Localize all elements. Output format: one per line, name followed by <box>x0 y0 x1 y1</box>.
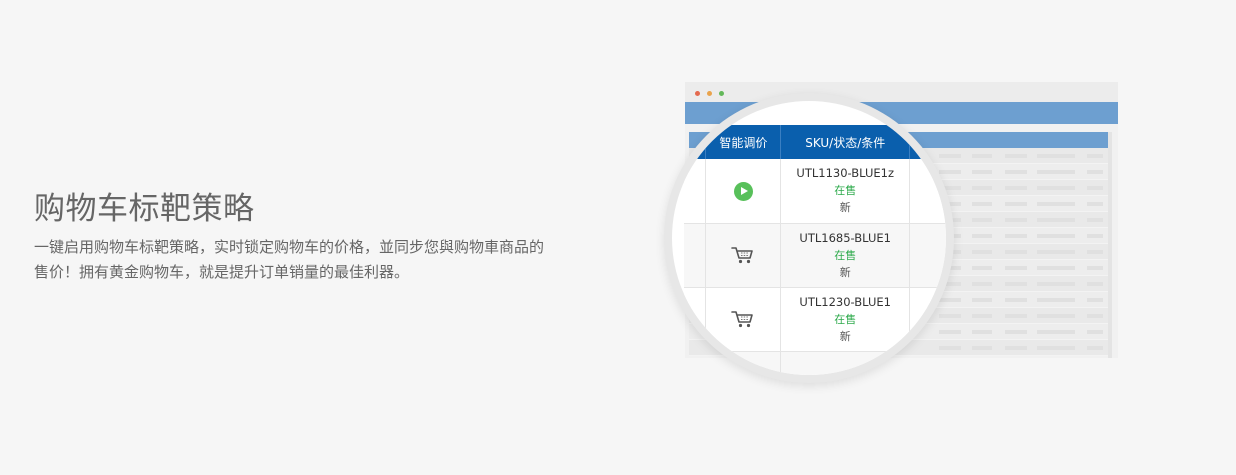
checkbox-column-header <box>684 125 707 159</box>
sku-cell: UTL1130-BLUE1z 在售 新 <box>780 159 911 224</box>
minimize-dot-icon <box>707 91 712 96</box>
magnifier-lens: 智能调价 SKU/状态/条件 UTL1130-BLUE1z 在售 新 UTL16… <box>672 101 946 375</box>
sku-cell <box>780 351 911 375</box>
smart-pricing-header: 智能调价 <box>705 125 782 159</box>
extra-column-header <box>909 125 946 159</box>
row-select-cell <box>684 351 707 375</box>
condition-text: 新 <box>839 265 851 279</box>
smart-pricing-cell <box>705 223 782 288</box>
status-text: 在售 <box>834 248 857 262</box>
sku-cell: UTL1685-BLUE1 在售 新 <box>780 223 911 288</box>
row-select-cell <box>684 287 707 352</box>
table-row <box>684 351 946 375</box>
scrollbar <box>1108 132 1112 358</box>
extra-cell <box>909 159 946 224</box>
table-header-row: 智能调价 SKU/状态/条件 <box>684 125 946 159</box>
status-text: 在售 <box>834 184 857 198</box>
smart-pricing-cell <box>705 287 782 352</box>
sku-cell: UTL1230-BLUE1 在售 新 <box>780 287 911 352</box>
condition-text: 新 <box>839 201 851 215</box>
extra-cell <box>909 351 946 375</box>
extra-cell <box>909 287 946 352</box>
extra-cell <box>909 223 946 288</box>
table-row: UTL1130-BLUE1z 在售 新 <box>684 159 946 224</box>
smart-pricing-cell <box>705 351 782 375</box>
close-dot-icon <box>695 91 700 96</box>
table-row: UTL1230-BLUE1 在售 新 <box>684 287 946 352</box>
row-select-cell <box>684 223 707 288</box>
smart-pricing-cell <box>705 159 782 224</box>
sku-text: UTL1130-BLUE1z <box>796 166 895 181</box>
play-icon[interactable] <box>733 181 753 201</box>
maximize-dot-icon <box>719 91 724 96</box>
cart-icon[interactable] <box>731 309 755 329</box>
table-row: UTL1685-BLUE1 在售 新 <box>684 223 946 288</box>
product-table: 智能调价 SKU/状态/条件 UTL1130-BLUE1z 在售 新 UTL16… <box>684 125 946 375</box>
row-select-cell <box>684 159 707 224</box>
feature-title: 购物车标靶策略 <box>34 191 255 227</box>
sku-status-condition-header: SKU/状态/条件 <box>780 125 911 159</box>
status-text: 在售 <box>834 312 857 326</box>
sku-text: UTL1230-BLUE1 <box>799 294 892 309</box>
cart-icon[interactable] <box>731 245 755 265</box>
sku-text: UTL1685-BLUE1 <box>799 230 892 245</box>
condition-text: 新 <box>839 329 851 343</box>
browser-titlebar <box>685 82 1118 102</box>
feature-description: 一键启用购物车标靶策略，实时锁定购物车的价格，並同步您與购物車商品的售价！拥有黄… <box>34 238 545 281</box>
